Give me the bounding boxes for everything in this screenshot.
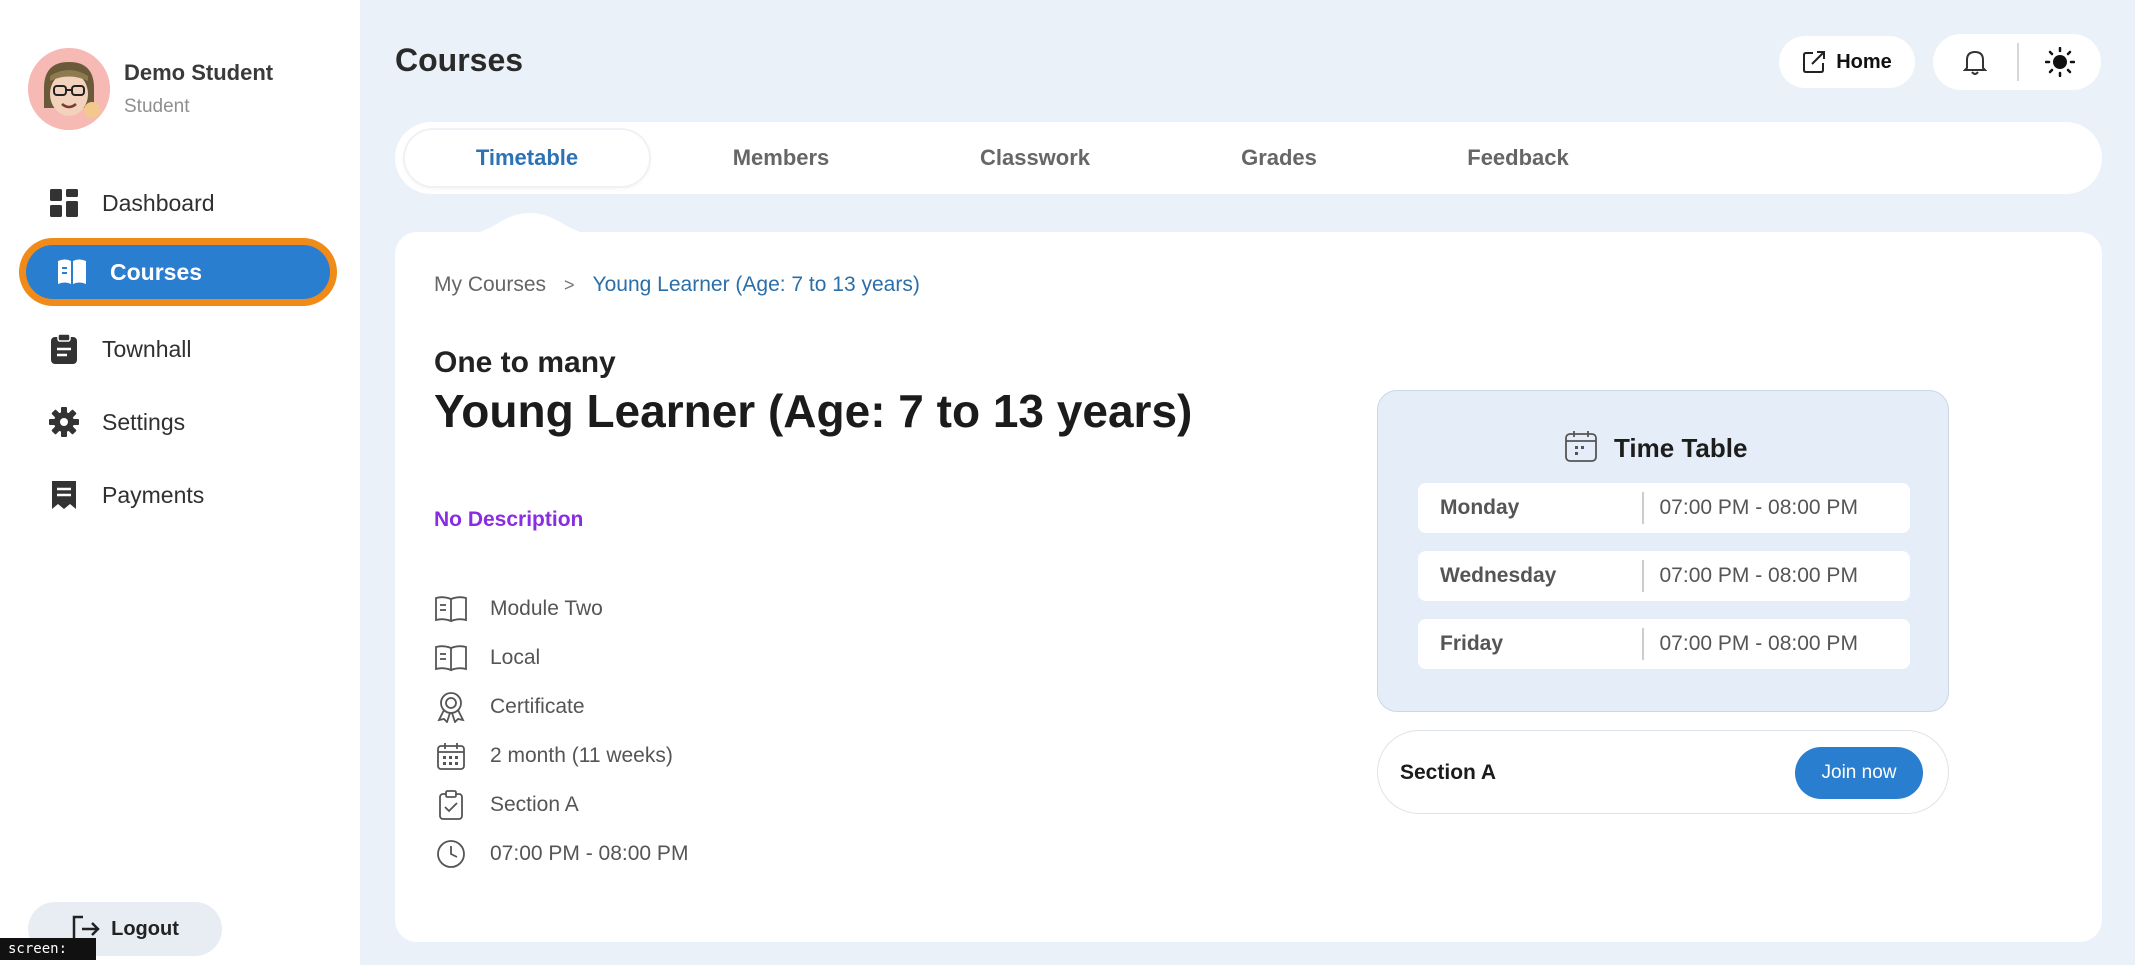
certificate-icon <box>434 690 468 724</box>
sidebar-item-label: Townhall <box>102 335 192 362</box>
calendar-icon <box>1564 429 1598 468</box>
detail-time: 07:00 PM - 08:00 PM <box>434 829 688 878</box>
course-details: Module Two Local Certificate 2 month (11… <box>434 584 688 878</box>
tab-feedback[interactable]: Feedback <box>1396 130 1640 186</box>
gear-icon <box>48 406 80 438</box>
clipboard-check-icon <box>434 788 468 822</box>
breadcrumb-separator: > <box>564 274 575 295</box>
sun-icon[interactable] <box>2019 47 2101 77</box>
course-title: Young Learner (Age: 7 to 13 years) <box>434 385 1193 437</box>
detail-section: Section A <box>434 780 688 829</box>
avatar-image-icon <box>28 48 110 130</box>
profile[interactable]: Demo Student Student <box>28 48 273 130</box>
sidebar: Demo Student Student Dashboard Courses T… <box>0 0 360 965</box>
sidebar-item-label: Payments <box>102 481 205 508</box>
section-label: Section A <box>1400 761 1497 784</box>
course-detail-card: My Courses > Young Learner (Age: 7 to 13… <box>395 232 2102 942</box>
breadcrumb-my-courses[interactable]: My Courses <box>434 273 546 297</box>
sidebar-item-payments[interactable]: Payments <box>18 464 338 526</box>
home-button[interactable]: Home <box>1779 36 1915 88</box>
external-link-icon <box>1802 50 1826 74</box>
timetable-panel: Time Table Monday 07:00 PM - 08:00 PM We… <box>1377 390 1949 712</box>
course-type: One to many <box>434 346 616 379</box>
page-title: Courses <box>395 42 524 78</box>
profile-role: Student <box>124 96 190 117</box>
sidebar-nav: Dashboard Courses Townhall Settings Paym… <box>18 172 338 537</box>
breadcrumb: My Courses > Young Learner (Age: 7 to 13… <box>434 273 920 297</box>
tab-members[interactable]: Members <box>659 130 903 186</box>
detail-text: Module Two <box>490 596 603 620</box>
detail-text: Certificate <box>490 694 585 718</box>
book-icon <box>56 256 88 288</box>
timetable-time: 07:00 PM - 08:00 PM <box>1659 632 1858 655</box>
tab-classwork[interactable]: Classwork <box>913 130 1157 186</box>
clock-icon <box>434 837 468 871</box>
detail-certificate: Certificate <box>434 682 688 731</box>
sidebar-item-dashboard[interactable]: Dashboard <box>18 172 338 234</box>
tab-grades[interactable]: Grades <box>1157 130 1401 186</box>
sidebar-item-label: Courses <box>110 258 203 285</box>
breadcrumb-current[interactable]: Young Learner (Age: 7 to 13 years) <box>593 273 920 297</box>
timetable-time: 07:00 PM - 08:00 PM <box>1659 496 1858 519</box>
detail-duration: 2 month (11 weeks) <box>434 731 688 780</box>
tab-timetable[interactable]: Timetable <box>405 130 649 186</box>
book-open-icon <box>434 641 468 675</box>
sidebar-item-label: Dashboard <box>102 189 215 216</box>
course-description: No Description <box>434 508 584 531</box>
timetable-row: Monday 07:00 PM - 08:00 PM <box>1418 483 1910 533</box>
sidebar-item-settings[interactable]: Settings <box>18 391 338 453</box>
screen-size-tag: screen: 2xl <box>0 938 96 965</box>
header-icon-group <box>1933 34 2101 90</box>
course-tabs: Timetable Members Classwork Grades Feedb… <box>395 122 2102 194</box>
clipboard-icon <box>48 333 80 365</box>
sidebar-item-label: Settings <box>102 408 186 435</box>
receipt-icon <box>48 479 80 511</box>
home-label: Home <box>1836 50 1892 73</box>
detail-module: Module Two <box>434 584 688 633</box>
timetable-row: Friday 07:00 PM - 08:00 PM <box>1418 619 1910 669</box>
sidebar-item-townhall[interactable]: Townhall <box>18 318 338 380</box>
detail-text: 07:00 PM - 08:00 PM <box>490 841 689 865</box>
sidebar-item-courses[interactable]: Courses <box>26 245 330 299</box>
avatar[interactable] <box>28 48 110 130</box>
timetable-header: Time Table <box>1564 429 1747 468</box>
detail-text: 2 month (11 weeks) <box>490 743 673 767</box>
detail-text: Section A <box>490 792 579 816</box>
timetable-day: Wednesday <box>1440 564 1557 587</box>
timetable-day: Friday <box>1440 632 1504 655</box>
timetable-title: Time Table <box>1614 433 1748 463</box>
join-now-button[interactable]: Join now <box>1795 747 1923 799</box>
timetable-time: 07:00 PM - 08:00 PM <box>1659 564 1858 587</box>
section-join-panel: Section A Join now <box>1377 730 1949 814</box>
bell-icon[interactable] <box>1933 48 2017 76</box>
book-open-icon <box>434 592 468 626</box>
profile-name: Demo Student <box>124 60 274 85</box>
logout-label: Logout <box>111 917 179 940</box>
detail-location: Local <box>434 633 688 682</box>
timetable-day: Monday <box>1440 496 1520 519</box>
calendar-icon <box>434 739 468 773</box>
detail-text: Local <box>490 645 541 669</box>
timetable-row: Wednesday 07:00 PM - 08:00 PM <box>1418 551 1910 601</box>
grid-icon <box>48 187 80 219</box>
